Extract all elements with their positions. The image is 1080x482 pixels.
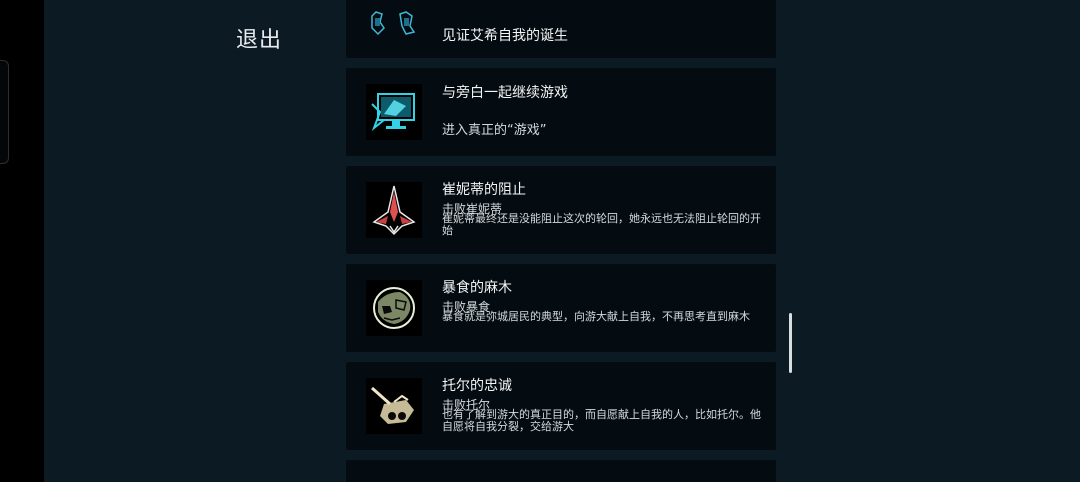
achievement-list[interactable]: 见证艾希自我的诞生 与旁白一起继续游戏 进入真正的“游戏” 崔妮蒂的阻止 击败崔… xyxy=(346,0,776,482)
thor-tank-icon xyxy=(366,378,422,434)
monitor-hologram-icon xyxy=(366,84,422,140)
achievement-card[interactable]: 托尔的忠诚 击败托尔 也有了解到游大的真正目的，而自愿献上自我的人，比如托尔。他… xyxy=(346,362,776,450)
twin-figures-icon xyxy=(366,8,422,44)
achievement-title: 暴食的麻木 xyxy=(442,280,512,296)
achievement-title: 崔妮蒂的阻止 xyxy=(442,182,526,198)
scrollbar[interactable] xyxy=(789,313,792,373)
achievement-title: 托尔的忠诚 xyxy=(442,378,512,394)
gluttony-creature-icon xyxy=(366,280,422,336)
achievement-card[interactable]: 与旁白一起继续游戏 进入真正的“游戏” xyxy=(346,68,776,156)
exit-button[interactable]: 退出 xyxy=(232,18,332,58)
achievement-card[interactable] xyxy=(346,460,776,482)
spaceship-icon xyxy=(366,182,422,238)
achievement-description: 暴食就是弥城居民的典型，向游大献上自我，不再思考直到麻木 xyxy=(442,310,750,323)
achievement-title: 与旁白一起继续游戏 xyxy=(442,85,568,101)
achievement-subtitle: 进入真正的“游戏” xyxy=(442,123,547,138)
side-handle xyxy=(0,60,9,164)
achievement-card[interactable]: 崔妮蒂的阻止 击败崔妮蒂 崔妮蒂最终还是没能阻止这次的轮回，她永远也无法阻止轮回… xyxy=(346,166,776,254)
achievement-card[interactable]: 暴食的麻木 击败暴食 暴食就是弥城居民的典型，向游大献上自我，不再思考直到麻木 xyxy=(346,264,776,352)
achievements-screen: 退出 见证艾希自我的诞生 与旁白一起继续游戏 进入真正的“游戏” 崔妮蒂的阻止 … xyxy=(44,0,1080,482)
achievement-card[interactable]: 见证艾希自我的诞生 xyxy=(346,0,776,58)
achievement-description: 崔妮蒂最终还是没能阻止这次的轮回，她永远也无法阻止轮回的开始 xyxy=(442,212,761,237)
achievement-subtitle: 见证艾希自我的诞生 xyxy=(442,28,568,44)
achievement-description: 也有了解到游大的真正目的，而自愿献上自我的人，比如托尔。他自愿将自我分裂，交给游… xyxy=(442,408,761,433)
